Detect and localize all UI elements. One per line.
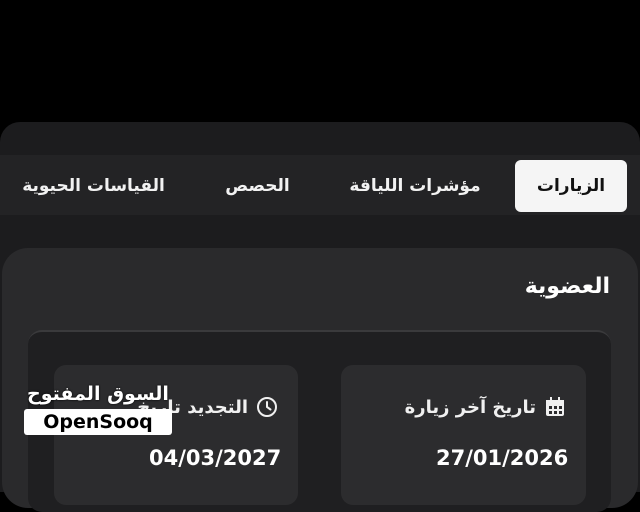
tab-classes[interactable]: الحصص <box>205 160 310 212</box>
calendar-icon <box>544 396 566 418</box>
watermark-arabic: السوق المفتوح <box>27 383 169 405</box>
renewal-value: 04/03/2027 <box>149 446 282 470</box>
last-visit-value: 27/01/2026 <box>436 446 569 470</box>
watermark-latin: OpenSooq <box>24 409 172 435</box>
tab-fitness-indicators[interactable]: مؤشرات اللياقة <box>330 160 500 212</box>
section-title: العضوية <box>524 274 610 299</box>
clock-icon <box>256 396 278 418</box>
last-visit-box <box>341 365 586 505</box>
tab-vital-measurements[interactable]: القياسات الحيوية <box>6 160 181 212</box>
last-visit-label-row: تاريخ آخر زيارة <box>405 396 566 418</box>
opensooq-watermark: السوق المفتوح OpenSooq <box>24 383 172 435</box>
tab-visits[interactable]: الزيارات <box>515 160 627 212</box>
last-visit-label: تاريخ آخر زيارة <box>404 396 536 418</box>
